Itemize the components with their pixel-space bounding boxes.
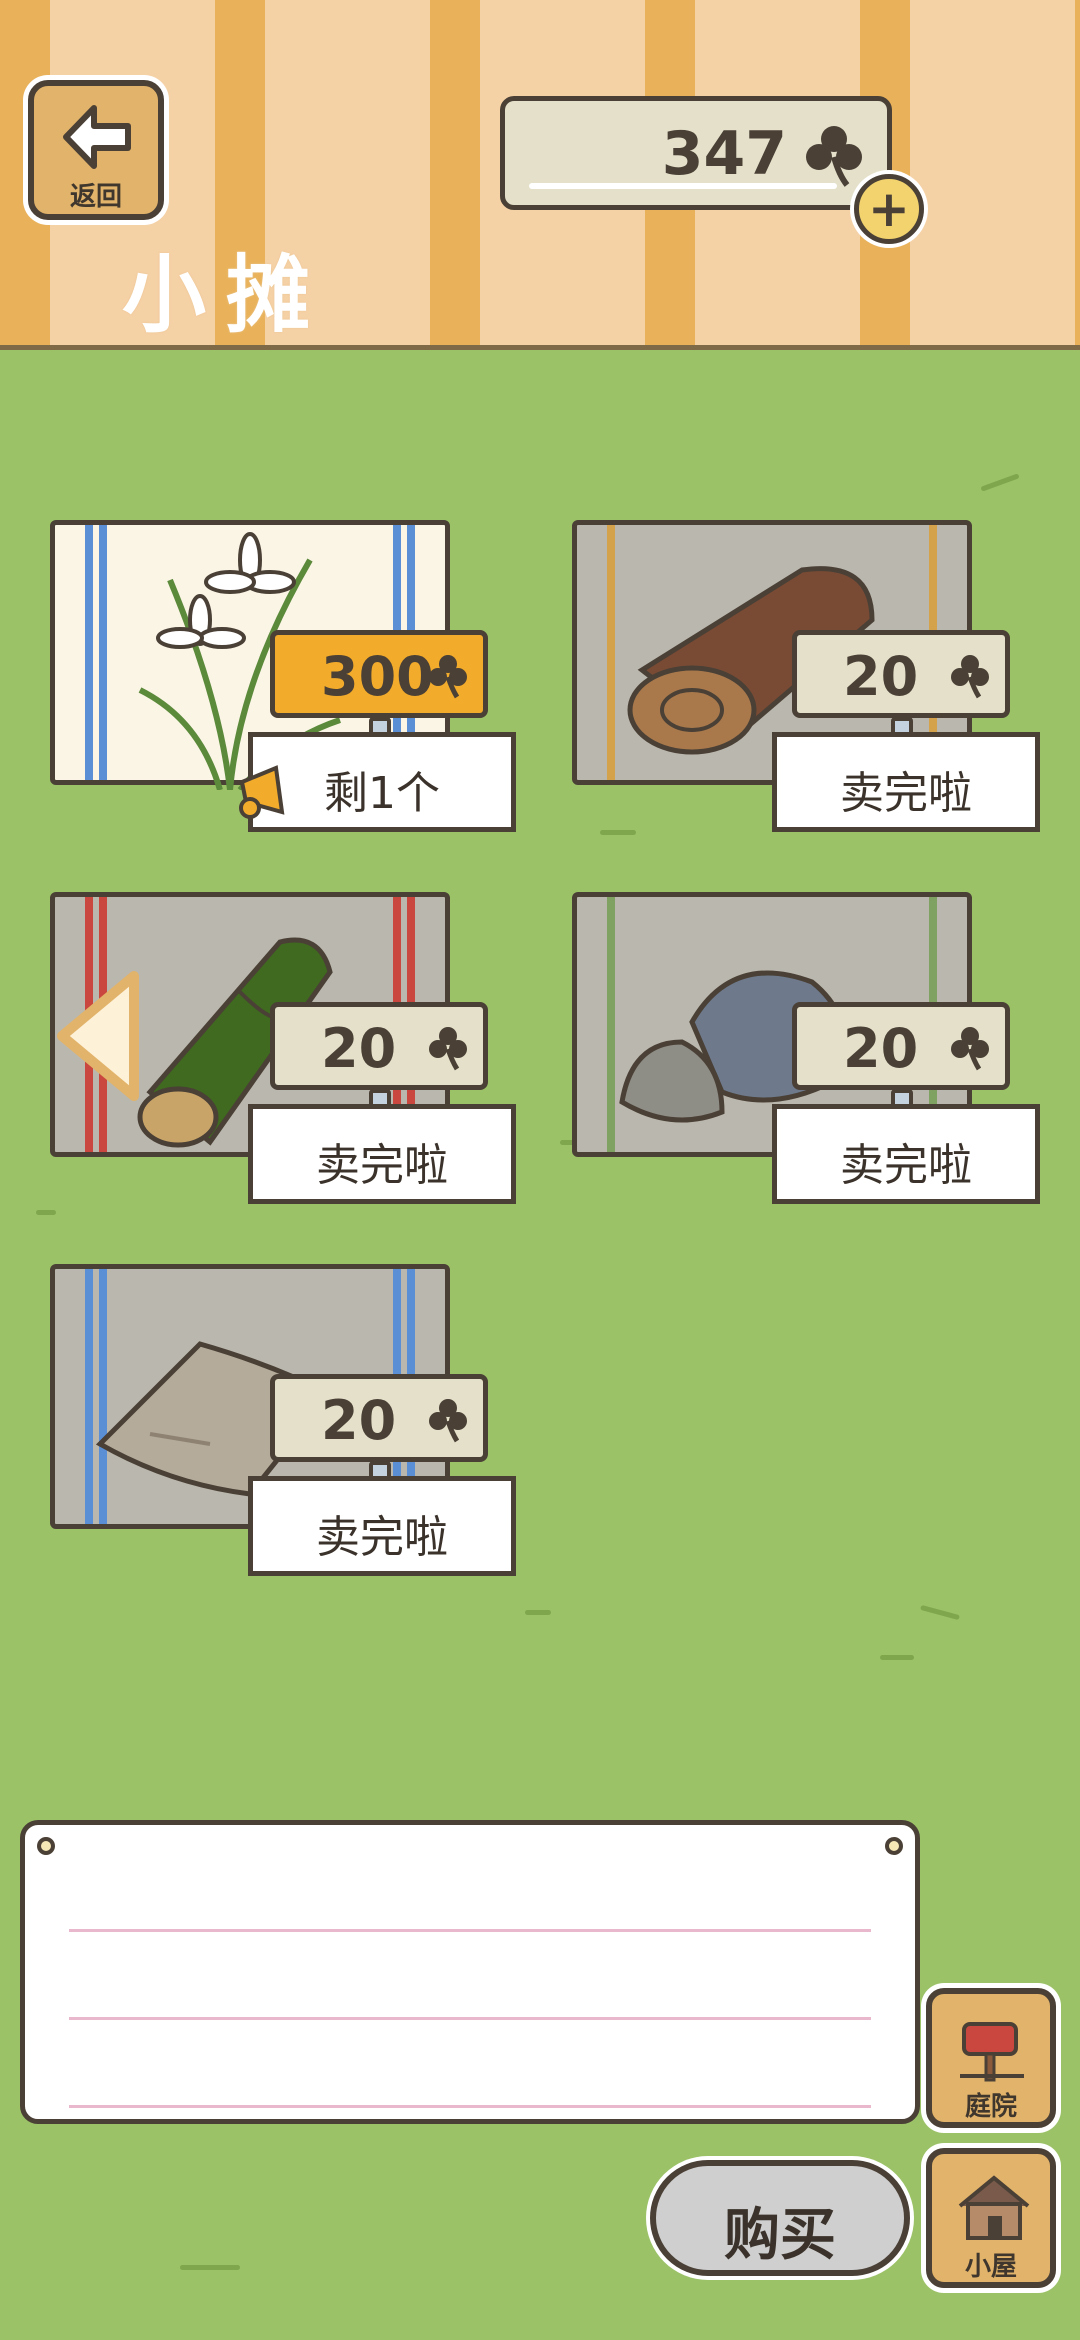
stall-item-log[interactable]: 20 卖完啦	[562, 520, 1080, 850]
sold-out-label: 卖完啦	[248, 1476, 516, 1576]
clover-icon	[429, 1399, 467, 1443]
back-arrow-icon	[63, 105, 131, 169]
sold-out-label: 卖完啦	[772, 732, 1040, 832]
clover-icon	[951, 1027, 989, 1071]
buy-button[interactable]: 购买	[650, 2160, 910, 2276]
price-value: 20	[843, 645, 919, 708]
buy-label: 购买	[724, 2203, 836, 2268]
pin-dot	[885, 1837, 903, 1855]
stall-item-orchid[interactable]: 300 剩1个	[40, 520, 560, 850]
price-tag: 20	[792, 1002, 1010, 1111]
grass-tuft	[980, 473, 1020, 492]
stall-item-sack[interactable]: 20 卖完啦	[40, 1264, 560, 1594]
price-tag: 20	[792, 630, 1010, 739]
grass-tuft	[180, 2265, 240, 2270]
scroll-left-arrow-icon[interactable]	[54, 968, 144, 1104]
ruled-line	[69, 2017, 871, 2020]
back-label: 返回	[69, 182, 122, 212]
sold-out-text: 卖完啦	[840, 768, 972, 819]
price-tag: 300	[270, 630, 488, 739]
mailbox-icon	[960, 2022, 1024, 2082]
sold-out-label: 卖完啦	[248, 1104, 516, 1204]
house-label: 小屋	[964, 2252, 1017, 2282]
sold-out-label: 卖完啦	[772, 1104, 1040, 1204]
message-board	[20, 1820, 920, 2124]
page-title: 小摊	[122, 246, 331, 344]
price-tag: 20	[270, 1002, 488, 1111]
sold-out-text: 卖完啦	[316, 1512, 448, 1563]
price-value: 20	[321, 1389, 397, 1452]
clover-icon	[951, 655, 989, 699]
stall-item-stones[interactable]: 20 卖完啦	[562, 892, 1080, 1222]
currency-display: 347	[500, 96, 892, 210]
garden-label: 庭院	[964, 2092, 1017, 2122]
clover-icon	[806, 126, 862, 187]
garden-button[interactable]: 庭院	[926, 1988, 1056, 2128]
clover-icon	[429, 655, 467, 699]
ruled-line	[69, 1929, 871, 1932]
clover-icon	[429, 1027, 467, 1071]
add-currency-button[interactable]: +	[854, 174, 924, 244]
megaphone-icon	[239, 765, 285, 819]
price-value: 20	[321, 1017, 397, 1080]
ruled-line	[69, 2105, 871, 2108]
currency-shine	[529, 183, 837, 189]
price-value: 20	[843, 1017, 919, 1080]
currency-amount: 347	[661, 119, 787, 189]
grass-tuft	[880, 1655, 914, 1660]
sold-out-text: 卖完啦	[840, 1140, 972, 1191]
grass-tuft	[920, 1604, 960, 1621]
plus-icon: +	[868, 180, 910, 238]
house-button[interactable]: 小屋	[926, 2148, 1056, 2288]
house-icon	[958, 2175, 1030, 2240]
sold-out-text: 卖完啦	[316, 1140, 448, 1191]
back-button[interactable]: 返回	[28, 80, 164, 220]
pin-dot	[37, 1837, 55, 1855]
price-value: 300	[321, 645, 434, 708]
price-tag: 20	[270, 1374, 488, 1483]
grass-tuft	[525, 1610, 551, 1615]
